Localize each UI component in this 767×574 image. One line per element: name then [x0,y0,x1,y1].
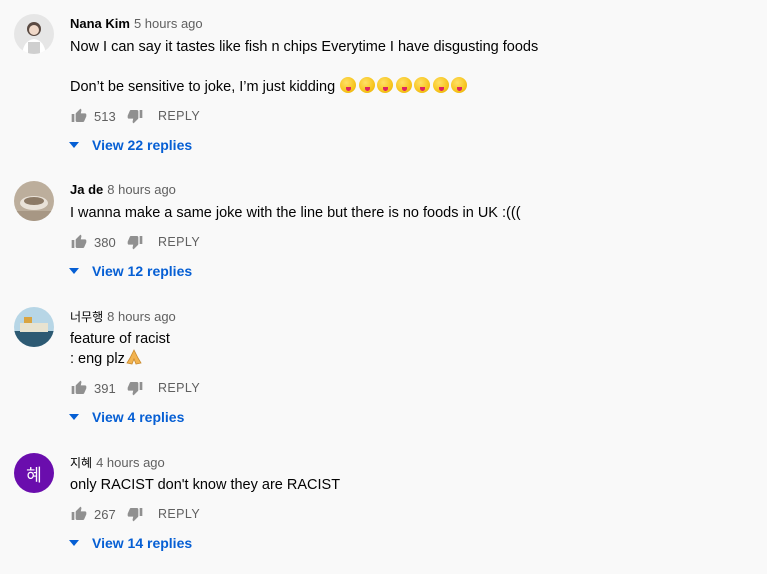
comment-line: Don’t be sensitive to joke, I’m just kid… [70,77,538,97]
avatar[interactable] [14,307,54,347]
thumbs-up-icon [71,234,87,248]
comment-actions: 391 REPLY [70,378,200,398]
comment-time[interactable]: 5 hours ago [134,16,203,31]
comment-actions: 267 REPLY [70,504,200,524]
zany-face-emoji-icon [451,77,468,93]
dislike-button[interactable] [126,379,144,397]
reply-button[interactable]: REPLY [158,507,200,521]
comment-text: I wanna make a same joke with the line b… [70,203,521,223]
comment-line: Now I can say it tastes like fish n chip… [70,39,539,55]
thumbs-up-icon [71,380,87,394]
comment-header: Ja de 8 hours ago [70,182,176,197]
reply-button[interactable]: REPLY [158,381,200,395]
like-count: 391 [94,380,116,396]
tongue-face-emoji-icon [358,77,375,93]
avatar-letter: 혜 [26,465,42,486]
chevron-down-icon [66,263,82,279]
tongue-face-emoji-icon [395,77,412,93]
tongue-face-emoji-icon [377,77,394,93]
comment-line-text: Don’t be sensitive to joke, I’m just kid… [70,79,336,95]
thumbs-down-icon [127,508,143,522]
avatar-photo [14,14,54,54]
comment-header: 지혜 4 hours ago [70,454,165,471]
like-button[interactable] [70,379,88,397]
dislike-button[interactable] [126,505,144,523]
comment-time[interactable]: 4 hours ago [96,455,165,470]
comment-line-text: : eng plz [70,351,125,367]
avatar-photo [14,307,54,347]
avatar[interactable]: 혜 [14,453,54,493]
like-count: 380 [94,234,116,250]
view-replies-label: View 4 replies [92,409,185,425]
reply-button[interactable]: REPLY [158,235,200,249]
comment-time[interactable]: 8 hours ago [107,182,176,197]
view-replies-label: View 14 replies [92,535,193,551]
comment-actions: 513 REPLY [70,106,200,126]
comment-header: 너무행 8 hours ago [70,308,176,325]
tongue-face-emoji-icon [340,77,357,93]
view-replies-button[interactable]: View 4 replies [66,407,184,427]
view-replies-button[interactable]: View 14 replies [66,533,192,553]
dislike-button[interactable] [126,233,144,251]
comment-line: I wanna make a same joke with the line b… [70,205,521,221]
comment-text: feature of racist : eng plz [70,329,170,370]
tongue-face-emoji-icon [414,77,431,93]
dislike-button[interactable] [126,107,144,125]
view-replies-button[interactable]: View 22 replies [66,135,192,155]
comment-thread: Ja de 8 hours ago I wanna make a same jok… [0,170,767,296]
comment-header: Nana Kim 5 hours ago [70,16,203,31]
view-replies-label: View 22 replies [92,137,193,153]
comment-thread: 너무행 8 hours ago feature of racist : eng p… [0,296,767,442]
comment-text: Now I can say it tastes like fish n chip… [70,37,538,97]
comment-line: : eng plz [70,349,170,370]
like-button[interactable] [70,233,88,251]
like-button[interactable] [70,107,88,125]
avatar[interactable] [14,14,54,54]
comment-line [70,57,538,77]
comment-line: only RACIST don't know they are RACIST [70,477,341,493]
comment-author[interactable]: Nana Kim [70,16,130,31]
chevron-down-icon [66,137,82,153]
chevron-down-icon [66,409,82,425]
avatar[interactable] [14,181,54,221]
comment-author[interactable]: Ja de [70,182,103,197]
comment-author[interactable]: 너무행 [70,310,103,324]
avatar-photo [14,181,54,221]
chevron-down-icon [66,535,82,551]
comment-time[interactable]: 8 hours ago [107,309,176,324]
view-replies-button[interactable]: View 12 replies [66,261,192,281]
like-count: 267 [94,506,116,522]
view-replies-label: View 12 replies [92,263,193,279]
thumbs-down-icon [127,236,143,250]
thumbs-down-icon [127,110,143,124]
reply-button[interactable]: REPLY [158,109,200,123]
comment-line: feature of racist [70,331,170,347]
comment-text: only RACIST don't know they are RACIST [70,475,340,495]
praying-hands-emoji-icon [125,349,143,370]
comment-actions: 380 REPLY [70,232,200,252]
like-button[interactable] [70,505,88,523]
thumbs-up-icon [71,108,87,122]
like-count: 513 [94,108,116,124]
comment-thread: Nana Kim 5 hours ago Now I can say it tas… [0,0,767,170]
zany-face-emoji-icon [432,77,449,93]
comment-author[interactable]: 지혜 [70,456,92,470]
thumbs-down-icon [127,382,143,396]
comment-thread: 혜 지혜 4 hours ago only RACIST don't know t… [0,442,767,574]
thumbs-up-icon [71,506,87,520]
